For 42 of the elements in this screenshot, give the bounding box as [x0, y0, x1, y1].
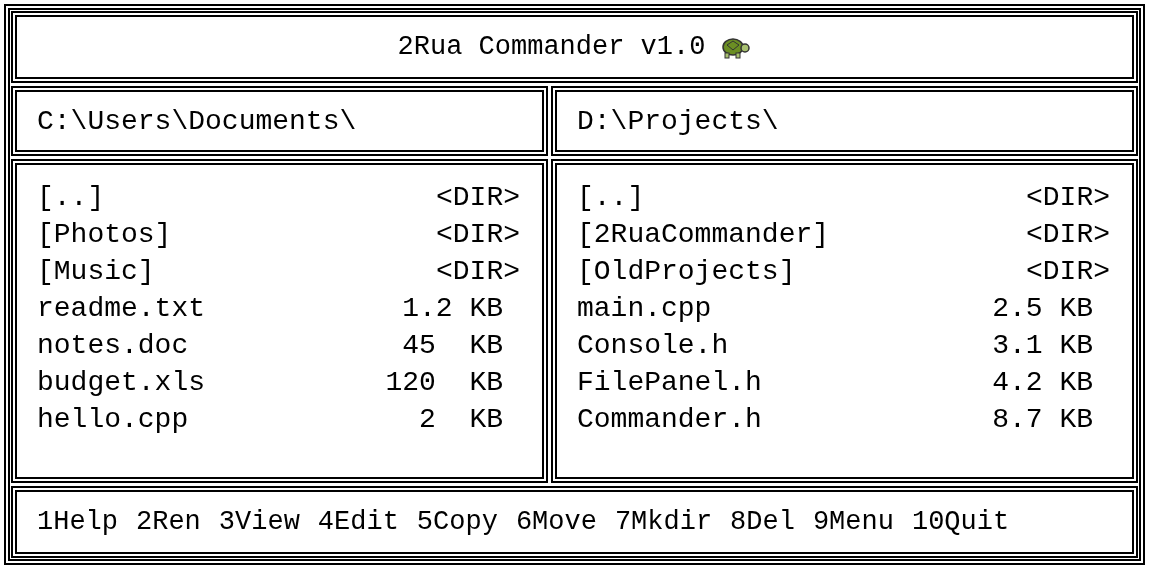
- dir-label: <DIR>: [436, 256, 520, 287]
- file-name[interactable]: FilePanel.h: [577, 367, 762, 398]
- file-size: 3.1 KB: [992, 330, 1094, 361]
- panel-path: D:\Projects\: [577, 105, 779, 137]
- folder-name[interactable]: [2RuaCommander]: [577, 219, 830, 250]
- file-size: 8.7 KB: [992, 404, 1094, 435]
- file-name[interactable]: budget.xls: [37, 367, 206, 398]
- file-name[interactable]: notes.doc: [37, 330, 189, 361]
- file-size: 1.2 KB: [402, 293, 504, 324]
- file-name[interactable]: main.cpp: [577, 293, 712, 324]
- file-size: 2 KB: [419, 404, 504, 435]
- function-key[interactable]: 5Copy: [416, 507, 498, 537]
- folder-name[interactable]: [Photos]: [37, 219, 172, 250]
- function-key[interactable]: 2Ren: [136, 507, 201, 537]
- panel-path: C:\Users\Documents\: [37, 105, 357, 137]
- function-key[interactable]: 4Edit: [317, 507, 399, 537]
- turtle-icon: [719, 35, 752, 59]
- function-key[interactable]: 6Move: [515, 507, 597, 537]
- function-key[interactable]: 7Mkdir: [614, 507, 713, 537]
- function-key[interactable]: 9Menu: [812, 507, 894, 537]
- file-name[interactable]: Console.h: [577, 330, 729, 361]
- function-key[interactable]: 10Quit: [911, 507, 1010, 537]
- folder-name[interactable]: [OldProjects]: [577, 256, 796, 287]
- dir-label: <DIR>: [436, 219, 520, 250]
- file-name[interactable]: readme.txt: [37, 293, 206, 324]
- dir-label: <DIR>: [1026, 256, 1110, 287]
- folder-name[interactable]: [..]: [577, 182, 645, 213]
- file-size: 120 KB: [385, 367, 504, 398]
- file-size: 45 KB: [402, 330, 504, 361]
- dir-label: <DIR>: [1026, 219, 1110, 250]
- function-key[interactable]: 1Help: [37, 507, 118, 537]
- file-name[interactable]: hello.cpp: [37, 404, 189, 435]
- dir-label: <DIR>: [1026, 182, 1110, 213]
- file-size: 2.5 KB: [992, 293, 1094, 324]
- dir-label: <DIR>: [436, 182, 520, 213]
- folder-name[interactable]: [..]: [37, 182, 105, 213]
- function-key[interactable]: 3View: [218, 507, 300, 537]
- file-name[interactable]: Commander.h: [577, 404, 762, 435]
- window-title: 2Rua Commander v1.0: [397, 32, 706, 62]
- folder-name[interactable]: [Music]: [37, 256, 155, 287]
- function-key[interactable]: 8Del: [730, 507, 795, 537]
- file-size: 4.2 KB: [992, 367, 1094, 398]
